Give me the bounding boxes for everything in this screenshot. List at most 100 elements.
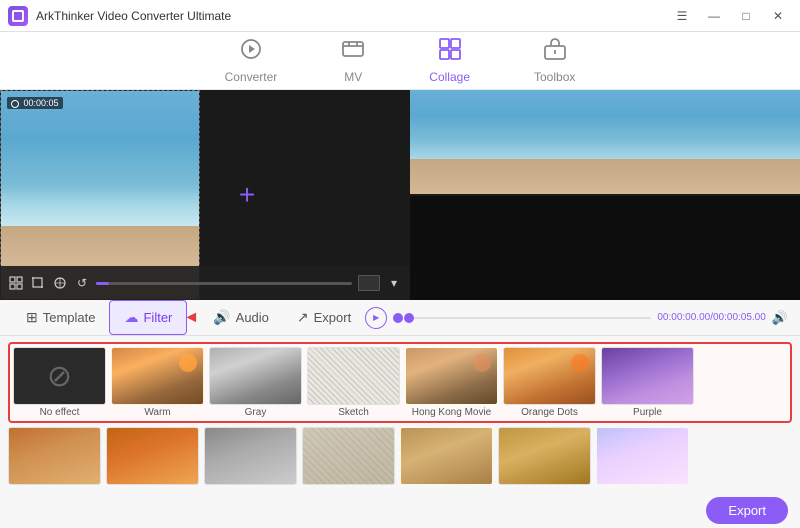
- template-label: Template: [43, 310, 96, 325]
- filter-row-1: No effect Warm Gray Sketch Hong Kong Mov…: [8, 342, 792, 423]
- app-icon-inner: [12, 10, 24, 22]
- template-tab[interactable]: ⊞ Template: [12, 300, 109, 335]
- minimize-button[interactable]: —: [700, 6, 728, 26]
- right-preview: [410, 90, 800, 300]
- template-icon: ⊞: [26, 309, 38, 326]
- mv-icon: [341, 37, 365, 67]
- crop-icon[interactable]: [30, 275, 46, 291]
- filter-thumb-purple: [601, 347, 694, 405]
- collage-preview: 00:00:05 +: [0, 90, 410, 300]
- filter-thumb-gray: [209, 347, 302, 405]
- filter-thumb-r2-6: [498, 427, 591, 485]
- preview-area: 00:00:05 +: [0, 90, 800, 300]
- arrow-right-icon: ◄: [183, 309, 199, 327]
- filter-r2-1[interactable]: [8, 427, 101, 485]
- title-bar: ArkThinker Video Converter Ultimate ☰ — …: [0, 0, 800, 32]
- audio-tab[interactable]: 🔊 Audio: [199, 300, 283, 335]
- audio-icon: 🔊: [213, 309, 230, 326]
- filter-r2-4[interactable]: [302, 427, 395, 485]
- filter-purple[interactable]: Purple: [601, 347, 694, 418]
- filter-thumb-r2-2: [106, 427, 199, 485]
- filter-hong-kong[interactable]: Hong Kong Movie: [405, 347, 498, 418]
- close-button[interactable]: ✕: [764, 6, 792, 26]
- tab-toolbox-label: Toolbox: [534, 70, 575, 84]
- filter-icon: ☁: [124, 309, 138, 326]
- maximize-button[interactable]: □: [732, 6, 760, 26]
- tool-tab-row: ⊞ Template ☁ Filter ◄ 🔊 Audio ↗ Export ▶…: [0, 300, 800, 336]
- filter-label-orange-dots: Orange Dots: [521, 407, 578, 418]
- filter-row-2: [8, 427, 792, 485]
- filter-label-warm: Warm: [144, 407, 170, 418]
- add-plus-icon: +: [239, 179, 255, 211]
- window-controls: ☰ — □ ✕: [668, 6, 792, 26]
- filter-thumb-warm: [111, 347, 204, 405]
- filter-section: No effect Warm Gray Sketch Hong Kong Mov…: [0, 336, 800, 493]
- filter-gray[interactable]: Gray: [209, 347, 302, 418]
- filter-r2-5[interactable]: [400, 427, 493, 485]
- audio-label: Audio: [236, 310, 269, 325]
- beach-bottom-panel[interactable]: [410, 196, 800, 300]
- playback-slider[interactable]: [409, 317, 651, 319]
- progress-fill: [96, 282, 109, 285]
- filter-label-gray: Gray: [245, 407, 267, 418]
- export-label: Export: [314, 310, 352, 325]
- filter-thumb-hong-kong: [405, 347, 498, 405]
- filter-orange-dots[interactable]: Orange Dots: [503, 347, 596, 418]
- collage-icon: [438, 37, 462, 67]
- filter-r2-6[interactable]: [498, 427, 591, 485]
- export-icon: ↗: [297, 309, 309, 326]
- tab-mv[interactable]: MV: [333, 33, 373, 88]
- filter-label-purple: Purple: [633, 407, 662, 418]
- toolbox-icon: [543, 37, 567, 67]
- rotate-icon[interactable]: ↺: [74, 275, 90, 291]
- tab-mv-label: MV: [344, 70, 362, 84]
- app-title: ArkThinker Video Converter Ultimate: [36, 9, 231, 23]
- tab-collage[interactable]: Collage: [421, 33, 478, 88]
- video-timestamp: 00:00:05: [7, 97, 63, 109]
- export-button[interactable]: Export: [706, 497, 788, 524]
- filter-thumb-r2-1: [8, 427, 101, 485]
- filter-no-effect[interactable]: No effect: [13, 347, 106, 418]
- beach-top-panel[interactable]: [410, 90, 800, 194]
- filter-sketch[interactable]: Sketch: [307, 347, 400, 418]
- tab-toolbox[interactable]: Toolbox: [526, 33, 583, 88]
- preview-controls: ↺ ▾: [0, 266, 410, 300]
- filter-thumb-r2-4: [302, 427, 395, 485]
- progress-bar: [96, 282, 352, 285]
- converter-icon: [239, 37, 263, 67]
- tab-collage-label: Collage: [429, 70, 470, 84]
- filter-thumb-sketch: [307, 347, 400, 405]
- bottom-bar: Export: [0, 493, 800, 528]
- filter-label: Filter: [143, 310, 172, 325]
- tab-converter[interactable]: Converter: [217, 33, 286, 88]
- playback-handle[interactable]: [404, 313, 414, 323]
- nav-tabs: Converter MV Collage: [0, 32, 800, 90]
- filter-tab[interactable]: ☁ Filter: [109, 300, 187, 335]
- filter-thumb-r2-5: [400, 427, 493, 485]
- playback-controls: ▶ 00:00:00.00/00:00:05.00 🔊: [365, 307, 788, 329]
- filter-label-sketch: Sketch: [338, 407, 369, 418]
- layout-icon[interactable]: [8, 275, 24, 291]
- title-bar-left: ArkThinker Video Converter Ultimate: [8, 6, 231, 26]
- filter-label-hong-kong: Hong Kong Movie: [412, 407, 492, 418]
- playback-time: 00:00:00.00/00:00:05.00: [657, 312, 765, 323]
- app-icon: [8, 6, 28, 26]
- filter-thumb-r2-7: [596, 427, 689, 485]
- export-tab[interactable]: ↗ Export: [283, 300, 365, 335]
- filter-label-no-effect: No effect: [40, 407, 80, 418]
- filter-thumb-r2-3: [204, 427, 297, 485]
- filter-thumb-no-effect: [13, 347, 106, 405]
- filter-r2-3[interactable]: [204, 427, 297, 485]
- preview-thumb[interactable]: [358, 275, 380, 291]
- menu-button[interactable]: ☰: [668, 6, 696, 26]
- playback-dot[interactable]: [393, 313, 403, 323]
- filter-thumb-orange-dots: [503, 347, 596, 405]
- tab-converter-label: Converter: [225, 70, 278, 84]
- color-icon[interactable]: [52, 275, 68, 291]
- play-button[interactable]: ▶: [365, 307, 387, 329]
- filter-r2-2[interactable]: [106, 427, 199, 485]
- chevron-down-icon[interactable]: ▾: [386, 275, 402, 291]
- volume-icon[interactable]: 🔊: [772, 310, 788, 326]
- filter-warm[interactable]: Warm: [111, 347, 204, 418]
- filter-r2-7[interactable]: [596, 427, 689, 485]
